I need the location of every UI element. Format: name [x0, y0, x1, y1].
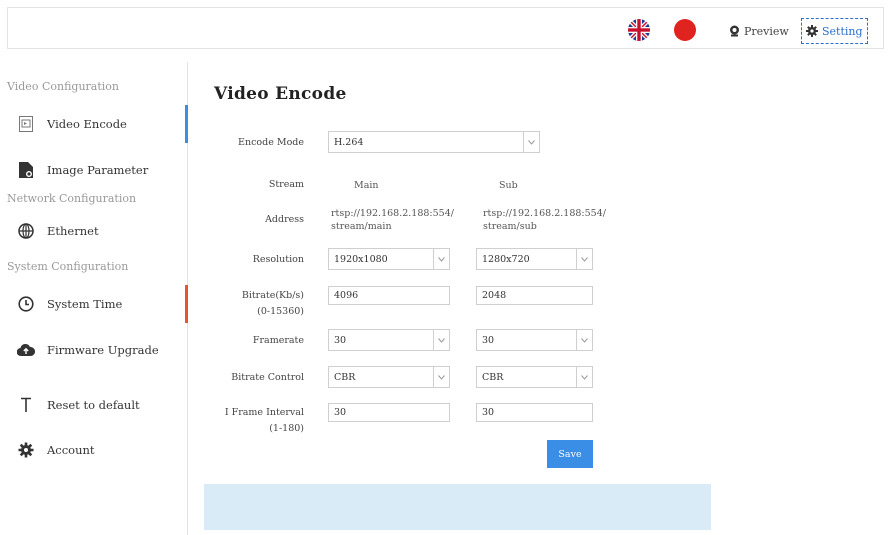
chevron-down-icon: [576, 367, 592, 387]
framerate-main-select[interactable]: 30: [328, 329, 450, 351]
framerate-main-value: 30: [334, 334, 347, 346]
bitrate-label: Bitrate(Kb/s): [241, 290, 304, 301]
chevron-down-icon: [523, 132, 539, 152]
gear-icon: [17, 441, 35, 459]
sidebar-item-video-encode[interactable]: Video Encode: [7, 105, 188, 143]
encode-mode-value: H.264: [334, 136, 364, 148]
sidebar-item-label: Image Parameter: [47, 163, 149, 177]
chevron-down-icon: [433, 330, 449, 350]
bitrate-control-main-select[interactable]: CBR: [328, 366, 450, 388]
framerate-label: Framerate: [252, 335, 304, 346]
section-title-network: Network Configuration: [7, 192, 137, 205]
uk-flag-icon[interactable]: [628, 19, 650, 41]
sidebar-item-label: Video Encode: [47, 117, 127, 131]
stream-label: Stream: [268, 179, 304, 190]
sidebar-item-label: Reset to default: [47, 398, 140, 412]
resolution-sub-select[interactable]: 1280x720: [476, 248, 593, 270]
sidebar-item-label: Account: [47, 443, 95, 457]
info-panel: [204, 484, 711, 530]
stream-main-label: Main: [354, 180, 379, 191]
address-sub-line2: stream/sub: [483, 221, 537, 232]
clock-icon: [17, 295, 35, 313]
bitrate-control-main-value: CBR: [334, 371, 356, 383]
address-main-line2: stream/main: [331, 221, 392, 232]
bitrate-main-input[interactable]: [328, 286, 450, 305]
bitrate-range-label: (0-15360): [257, 306, 304, 317]
top-header: Preview Setting: [7, 7, 884, 49]
section-title-video: Video Configuration: [7, 80, 119, 93]
chevron-down-icon: [433, 367, 449, 387]
iframe-sub-input[interactable]: [476, 403, 593, 422]
chevron-down-icon: [576, 249, 592, 269]
video-encode-icon: [17, 115, 35, 133]
reset-t-icon: [17, 396, 35, 414]
setting-label: Setting: [822, 24, 863, 38]
encode-mode-label: Encode Mode: [238, 137, 304, 148]
bitrate-control-sub-select[interactable]: CBR: [476, 366, 593, 388]
cloud-upload-icon: [17, 341, 35, 359]
bitrate-control-label: Bitrate Control: [231, 372, 304, 383]
resolution-label: Resolution: [252, 254, 304, 265]
section-title-system: System Configuration: [7, 260, 129, 273]
chevron-down-icon: [433, 249, 449, 269]
sidebar-item-system-time[interactable]: System Time: [7, 285, 188, 323]
sidebar-item-label: Firmware Upgrade: [47, 343, 159, 357]
address-label: Address: [265, 214, 304, 225]
framerate-sub-value: 30: [482, 334, 495, 346]
main-panel: Video Encode Encode Mode H.264 Stream Ma…: [204, 62, 884, 535]
image-file-icon: [17, 161, 35, 179]
camera-icon: [730, 25, 739, 37]
framerate-sub-select[interactable]: 30: [476, 329, 593, 351]
encode-mode-select[interactable]: H.264: [328, 131, 540, 153]
stream-sub-label: Sub: [499, 180, 518, 191]
resolution-sub-value: 1280x720: [482, 253, 530, 265]
page-title: Video Encode: [214, 84, 347, 104]
preview-button[interactable]: Preview: [725, 18, 793, 44]
iframe-main-input[interactable]: [328, 403, 450, 422]
bitrate-control-sub-value: CBR: [482, 371, 504, 383]
preview-label: Preview: [744, 24, 789, 38]
sidebar-item-label: System Time: [47, 297, 123, 311]
gear-icon: [806, 25, 818, 37]
resolution-main-value: 1920x1080: [334, 253, 388, 265]
save-button[interactable]: Save: [547, 440, 593, 468]
globe-icon: [17, 222, 35, 240]
sidebar-item-firmware-upgrade[interactable]: Firmware Upgrade: [7, 331, 188, 369]
sidebar-item-label: Ethernet: [47, 224, 99, 238]
sidebar-item-image-parameter[interactable]: Image Parameter: [7, 151, 188, 189]
address-main-line1: rtsp://192.168.2.188:554/: [331, 208, 454, 219]
resolution-main-select[interactable]: 1920x1080: [328, 248, 450, 270]
sidebar-item-ethernet[interactable]: Ethernet: [7, 212, 188, 250]
setting-button[interactable]: Setting: [801, 18, 868, 44]
china-flag-icon[interactable]: [674, 19, 696, 41]
address-sub-line1: rtsp://192.168.2.188:554/: [483, 208, 606, 219]
sidebar-item-reset-default[interactable]: Reset to default: [7, 386, 188, 424]
iframe-interval-label: I Frame Interval: [224, 407, 304, 418]
iframe-interval-range-label: (1-180): [269, 423, 304, 434]
sidebar-item-account[interactable]: Account: [7, 431, 188, 469]
sidebar: Video Configuration Video Encode Image P…: [7, 62, 188, 535]
bitrate-sub-input[interactable]: [476, 286, 593, 305]
chevron-down-icon: [576, 330, 592, 350]
